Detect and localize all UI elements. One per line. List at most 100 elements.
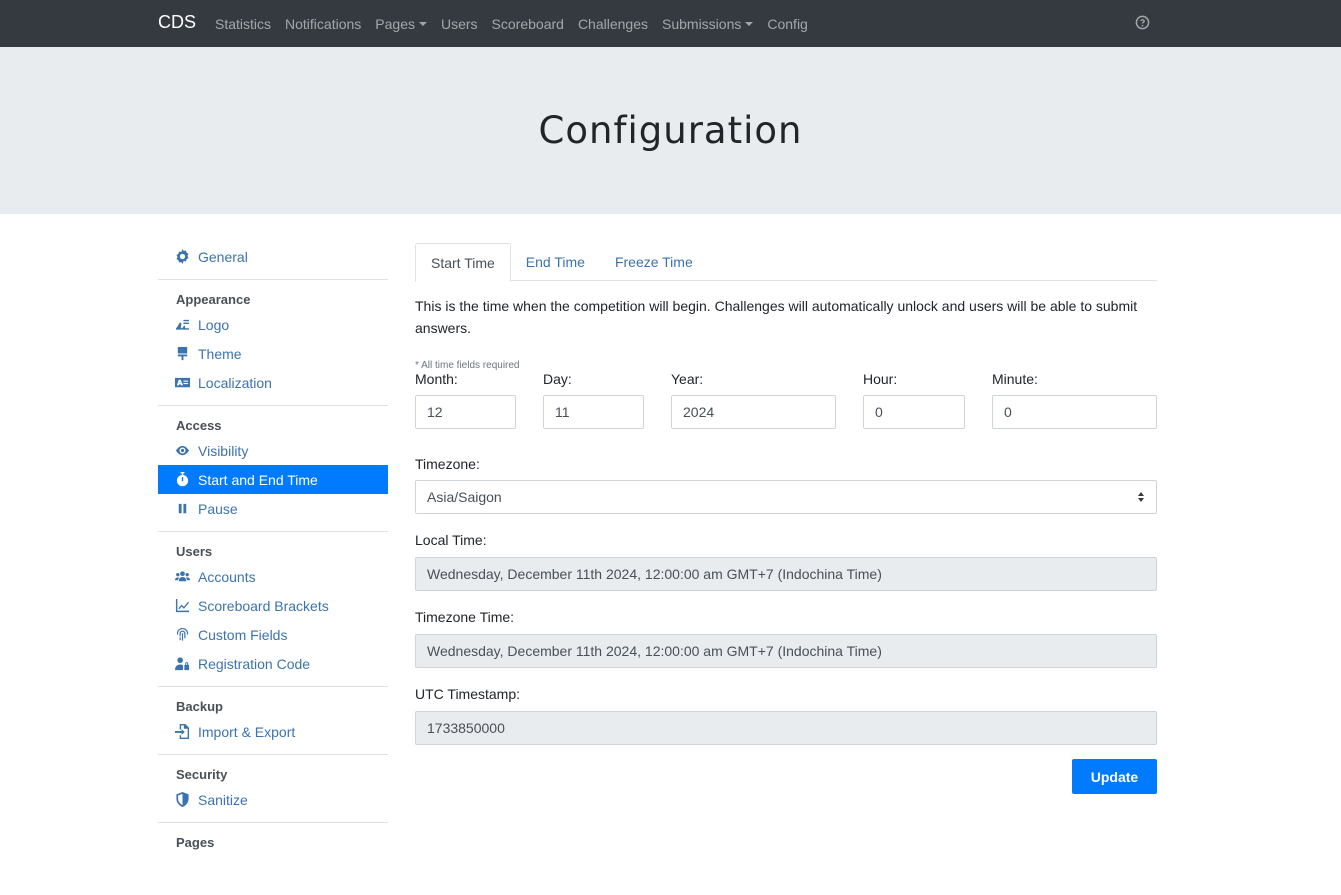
minute-label: Minute: [992,371,1038,387]
minute-input[interactable]: 0 [992,395,1157,429]
signature-icon [174,317,190,333]
tab-freeze-time[interactable]: Freeze Time [600,243,708,281]
day-label: Day: [543,371,572,387]
sidebar-item-label: Visibility [198,442,249,459]
month-label: Month: [415,371,458,387]
timezone-select[interactable]: Asia/Saigon [415,480,1157,514]
hour-group: Hour: 0 [863,371,965,429]
form-actions: Update [415,759,1157,809]
nav-label: Config [767,15,808,32]
nav-label: Statistics [215,15,272,32]
sidebar-item-label: General [198,248,248,265]
sidebar-item-theme[interactable]: Theme [158,339,388,368]
pause-icon [174,501,190,517]
sidebar-item-label: Custom Fields [198,626,288,643]
month-group: Month: 12 [415,371,516,429]
users-icon [174,569,190,585]
shield-icon [174,792,190,808]
timezone-selected-value: Asia/Saigon [427,489,502,505]
sidebar-item-label: Import & Export [198,723,296,740]
nav-scoreboard[interactable]: Scoreboard [485,16,571,32]
section-header-backup: Backup [176,698,223,714]
start-end-time-panel: Start Time End Time Freeze Time This is … [415,243,1157,809]
tab-end-time[interactable]: End Time [511,243,600,281]
nav-pages-dropdown[interactable]: Pages [368,16,434,32]
section-header-pages: Pages [176,834,215,850]
chart-line-icon [174,598,190,614]
question-circle-icon[interactable] [1135,15,1150,30]
hour-input[interactable]: 0 [863,395,965,429]
tab-start-time[interactable]: Start Time [415,243,511,282]
sidebar-item-label: Sanitize [198,791,248,808]
brand-logo[interactable]: CDS [158,12,196,33]
select-arrows-icon [1138,492,1144,502]
sidebar-item-scoreboard-brackets[interactable]: Scoreboard Brackets [158,591,388,620]
nav-label: Notifications [285,15,362,32]
sidebar-item-label: Start and End Time [198,471,318,488]
update-button[interactable]: Update [1072,759,1157,794]
sidebar-item-import-export[interactable]: Import & Export [158,717,388,746]
timezone-group: Timezone: Asia/Saigon [415,456,1157,514]
utc-timestamp-field: 1733850000 [415,711,1157,745]
nav-label: Pages [375,15,415,32]
local-time-group: Local Time: Wednesday, December 11th 202… [415,532,1157,591]
sidebar-item-localization[interactable]: Localization [158,368,388,397]
sidebar-item-registration-code[interactable]: Registration Code [158,649,388,678]
nav-menu: Statistics Notifications Pages Users Sco… [208,0,815,47]
sidebar-item-label: Logo [198,316,230,333]
divider [158,405,388,406]
sidebar-item-accounts[interactable]: Accounts [158,562,388,591]
section-header-appearance: Appearance [176,291,251,307]
nav-config[interactable]: Config [760,16,814,32]
sidebar-item-start-end-time[interactable]: Start and End Time [158,465,388,494]
sidebar-item-label: Pause [198,500,238,517]
sidebar-item-label: Scoreboard Brackets [198,597,329,614]
eye-icon [174,443,190,459]
utc-timestamp-group: UTC Timestamp: 1733850000 [415,686,1157,745]
month-input[interactable]: 12 [415,395,516,429]
divider [158,822,388,823]
sidebar-item-label: Theme [198,345,242,362]
config-sidebar: General Appearance Logo Theme Localizati… [158,240,388,853]
sidebar-item-sanitize[interactable]: Sanitize [158,785,388,814]
paint-brush-icon [174,346,190,362]
stopwatch-icon [174,472,190,488]
sidebar-item-logo[interactable]: Logo [158,310,388,339]
user-lock-icon [174,656,190,672]
divider [158,279,388,280]
day-group: Day: 11 [543,371,644,429]
sidebar-item-visibility[interactable]: Visibility [158,436,388,465]
year-input[interactable]: 2024 [671,395,836,429]
caret-down-icon [418,21,427,26]
sidebar-item-label: Localization [198,374,272,391]
file-import-icon [174,724,190,740]
nav-label: Challenges [577,15,648,32]
time-tabs: Start Time End Time Freeze Time [415,243,1157,282]
nav-notifications[interactable]: Notifications [278,16,368,32]
hour-label: Hour: [863,371,898,387]
day-input[interactable]: 11 [543,395,644,429]
sidebar-item-pause[interactable]: Pause [158,494,388,523]
nav-challenges[interactable]: Challenges [571,16,655,32]
sidebar-item-general[interactable]: General [158,242,388,271]
top-navbar: CDS Statistics Notifications Pages Users… [0,0,1341,47]
minute-group: Minute: 0 [992,371,1157,429]
timezone-time-field: Wednesday, December 11th 2024, 12:00:00 … [415,634,1157,668]
caret-down-icon [745,21,754,26]
sidebar-item-label: Accounts [198,568,256,585]
year-group: Year: 2024 [671,371,836,429]
sidebar-item-custom-fields[interactable]: Custom Fields [158,620,388,649]
fingerprint-icon [174,627,190,643]
nav-statistics[interactable]: Statistics [208,16,278,32]
timezone-time-group: Timezone Time: Wednesday, December 11th … [415,609,1157,668]
nav-label: Submissions [662,15,742,32]
date-time-row: Month: 12 Day: 11 Year: 2024 Hour: 0 Min… [415,371,1157,439]
sidebar-item-label: Registration Code [198,655,311,672]
utc-timestamp-label: UTC Timestamp: [415,686,521,702]
nav-label: Scoreboard [491,15,564,32]
nav-users[interactable]: Users [434,16,485,32]
nav-submissions-dropdown[interactable]: Submissions [655,16,760,32]
year-label: Year: [671,371,704,387]
timezone-label: Timezone: [415,456,480,472]
page-header: Configuration [0,47,1341,214]
